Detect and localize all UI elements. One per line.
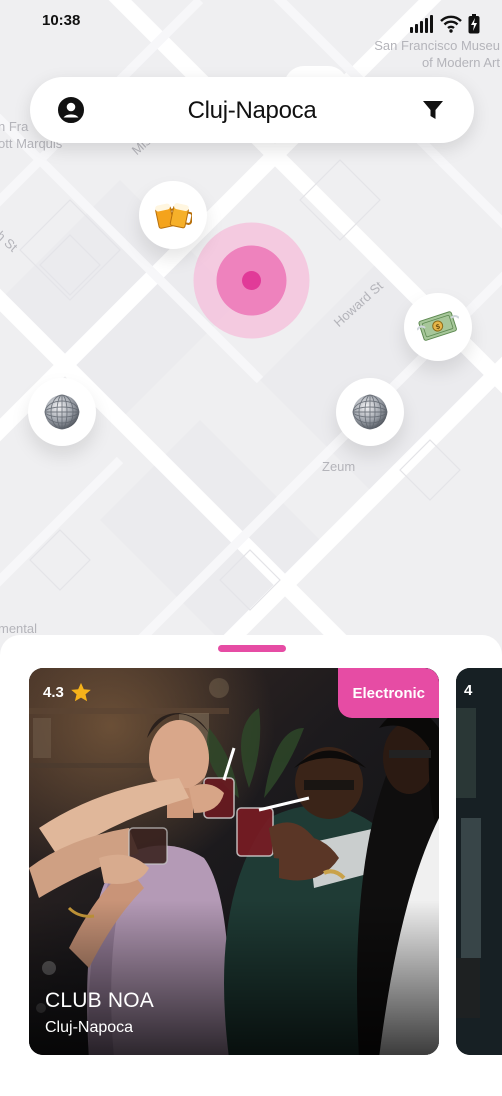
- venue-photo-next: [456, 668, 502, 1055]
- genre-badge: Electronic: [338, 668, 439, 718]
- signal-icon: [410, 15, 433, 33]
- venue-marker-disco-right[interactable]: [336, 378, 404, 446]
- venue-name: CLUB NOA: [45, 989, 154, 1012]
- status-bar: 10:38: [0, 0, 502, 44]
- wifi-icon: [440, 15, 462, 33]
- sheet-drag-handle[interactable]: [218, 645, 286, 652]
- star-icon: [71, 682, 91, 702]
- next-rating-value: 4: [464, 682, 473, 699]
- disco-ball-icon: [352, 394, 388, 430]
- disco-ball-icon: [44, 394, 80, 430]
- venues-bottom-sheet[interactable]: 4.3 Electronic CLUB NOA Cluj-Napoca 4: [0, 635, 502, 1096]
- venue-marker-money[interactable]: $: [404, 293, 472, 361]
- location-search-bar[interactable]: Cluj-Napoca: [30, 77, 474, 143]
- map-label-zeum: Zeum: [322, 459, 356, 474]
- venue-marker-beer[interactable]: [139, 181, 207, 249]
- beer-mugs-icon: [155, 203, 192, 229]
- money-bill-icon: $: [417, 311, 459, 341]
- venue-card-next[interactable]: 4: [456, 668, 502, 1055]
- venue-card[interactable]: 4.3 Electronic CLUB NOA Cluj-Napoca: [29, 668, 439, 1055]
- user-location-marker: [193, 222, 310, 339]
- venue-city: Cluj-Napoca: [45, 1019, 134, 1036]
- selected-city[interactable]: Cluj-Napoca: [30, 97, 474, 125]
- venue-marker-disco-left[interactable]: [28, 378, 96, 446]
- rating-value: 4.3: [43, 684, 64, 701]
- venue-rating: 4.3: [43, 682, 92, 703]
- battery-charging-icon: [468, 14, 480, 34]
- status-time: 10:38: [42, 12, 81, 29]
- filter-icon[interactable]: [422, 99, 444, 121]
